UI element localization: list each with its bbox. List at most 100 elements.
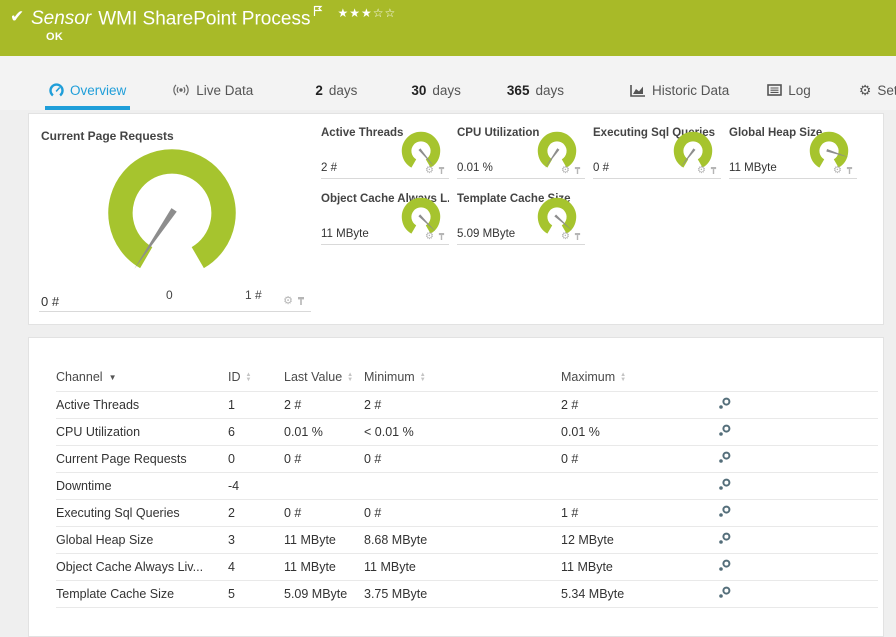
pin-icon[interactable] (574, 232, 581, 241)
channel-last-value: 5.09 MByte (284, 580, 364, 608)
tab-overview[interactable]: Overview (45, 56, 131, 110)
pin-icon[interactable] (574, 166, 581, 175)
channel-last-value: 11 MByte (284, 553, 364, 581)
tab-historic-data-label: Historic Data (651, 82, 730, 98)
table-header-row: Channel ▼ ID ▲ ▼ Last Value ▲ ▼ Minimum ▲ ▼ Max… (56, 364, 878, 392)
pin-icon[interactable] (710, 166, 717, 175)
channel-settings-icon[interactable] (718, 505, 731, 518)
pin-icon[interactable] (297, 296, 305, 306)
gauge-card-global-heap-size: Global Heap Size 11 MByte ⚙ (729, 121, 857, 179)
status-badge: OK (46, 31, 64, 43)
channel-minimum: 8.68 MByte (364, 526, 561, 554)
gauge-card-active-threads: Active Threads 2 # ⚙ (321, 121, 449, 179)
page-title: WMI SharePoint Process (98, 8, 311, 30)
tab-live-data[interactable]: Live Data (168, 56, 257, 110)
channel-name: Current Page Requests (56, 445, 228, 473)
sort-both-icon: ▲ ▼ (419, 371, 426, 383)
channel-name: Template Cache Size (56, 580, 228, 608)
gauge-settings-gear-icon[interactable]: ⚙ (425, 231, 434, 242)
column-header-maximum[interactable]: Maximum ▲ ▼ (561, 364, 718, 392)
tab-log[interactable]: Log (763, 56, 815, 110)
column-header-id[interactable]: ID ▲ ▼ (228, 364, 284, 392)
table-row: Global Heap Size 3 11 MByte 8.68 MByte 1… (56, 526, 878, 554)
channel-settings-icon[interactable] (718, 532, 731, 545)
channel-last-value: 11 MByte (284, 526, 364, 554)
channel-last-value: 2 # (284, 391, 364, 419)
channel-minimum (364, 472, 561, 500)
channel-settings-icon[interactable] (718, 586, 731, 599)
table-row: Current Page Requests 0 0 # 0 # 0 # (56, 445, 878, 473)
tab-2-days-label: days (328, 82, 358, 98)
tab-365-days-label: days (535, 82, 564, 98)
chart-icon (630, 84, 646, 97)
live-data-icon (172, 83, 190, 97)
channel-settings-icon[interactable] (718, 397, 731, 410)
primary-gauge-card: Current Page Requests 0 1 # 0 # ⚙ (39, 122, 311, 312)
table-row: Template Cache Size 5 5.09 MByte 3.75 MB… (56, 580, 878, 608)
channel-id: -4 (228, 472, 284, 500)
gauge-settings-gear-icon[interactable]: ⚙ (561, 231, 570, 242)
gauge-scale-min: 0 (166, 288, 173, 302)
gauge-settings-gear-icon[interactable]: ⚙ (833, 165, 842, 176)
tab-historic-data[interactable]: Historic Data (626, 56, 733, 110)
tab-365-days[interactable]: 365 days (503, 56, 568, 110)
gauge-settings-gear-icon[interactable]: ⚙ (561, 165, 570, 176)
sensor-title-line: Sensor WMI SharePoint Process ★★★☆☆ (31, 5, 396, 30)
tab-settings[interactable]: ⚙ Settings (855, 56, 896, 110)
column-label: Maximum (561, 370, 616, 385)
pin-icon[interactable] (846, 166, 853, 175)
tab-2-days[interactable]: 2 days (311, 56, 361, 110)
channel-settings-icon[interactable] (718, 451, 731, 464)
channel-id: 3 (228, 526, 284, 554)
channel-name: Executing Sql Queries (56, 499, 228, 527)
tab-30-days-number: 30 (411, 82, 427, 98)
tab-30-days-label: days (432, 82, 461, 98)
channel-maximum (561, 472, 718, 500)
prtg-sensor-page: { "colors": { "status_green": "#a8ba28",… (0, 0, 896, 637)
column-header-channel[interactable]: Channel ▼ (56, 364, 228, 392)
column-label: Minimum (364, 370, 415, 385)
tab-settings-label: Settings (877, 82, 896, 98)
gauge-value: 11 MByte (729, 162, 777, 174)
column-header-last-value[interactable]: Last Value ▲ ▼ (284, 364, 364, 392)
channel-id: 0 (228, 445, 284, 473)
tab-30-days[interactable]: 30 days (407, 56, 465, 110)
pin-icon[interactable] (438, 166, 445, 175)
small-gauges-grid: Active Threads 2 # ⚙ CPU Utilization 0.0… (321, 121, 857, 253)
primary-gauge (108, 149, 236, 269)
gauge-value: 2 # (321, 162, 337, 174)
channel-table: Channel ▼ ID ▲ ▼ Last Value ▲ ▼ Minimum ▲ ▼ Max… (56, 364, 878, 608)
channel-minimum: 2 # (364, 391, 561, 419)
channel-id: 4 (228, 553, 284, 581)
channel-last-value: 0.01 % (284, 418, 364, 446)
gauge-settings-gear-icon[interactable]: ⚙ (697, 165, 706, 176)
channel-settings-icon[interactable] (718, 478, 731, 491)
priority-stars[interactable]: ★★★☆☆ (337, 6, 396, 20)
channel-maximum: 12 MByte (561, 526, 718, 554)
tab-overview-label: Overview (70, 82, 127, 98)
channel-maximum: 2 # (561, 391, 718, 419)
column-header-minimum[interactable]: Minimum ▲ ▼ (364, 364, 561, 392)
channel-settings-icon[interactable] (718, 559, 731, 572)
pin-icon[interactable] (438, 232, 445, 241)
log-icon (767, 84, 783, 96)
gauge-settings-gear-icon[interactable]: ⚙ (283, 294, 293, 307)
sort-both-icon: ▲ ▼ (347, 371, 354, 383)
sort-both-icon: ▲ ▼ (245, 371, 252, 383)
column-label: Last Value (284, 370, 343, 385)
table-row: CPU Utilization 6 0.01 % < 0.01 % 0.01 % (56, 418, 878, 446)
channel-table-panel: Channel ▼ ID ▲ ▼ Last Value ▲ ▼ Minimum ▲ ▼ Max… (28, 337, 884, 637)
sort-desc-icon: ▼ (108, 373, 117, 383)
gauge-scale-max: 1 # (245, 288, 262, 302)
channel-maximum: 5.34 MByte (561, 580, 718, 608)
gauge-card-cpu-utilization: CPU Utilization 0.01 % ⚙ (457, 121, 585, 179)
sort-both-icon: ▲ ▼ (620, 371, 627, 383)
gauge-settings-gear-icon[interactable]: ⚙ (425, 165, 434, 176)
gauge-value: 5.09 MByte (457, 228, 516, 240)
tab-2-days-number: 2 (315, 82, 323, 98)
gauge-value: 0.01 % (457, 162, 493, 174)
channel-maximum: 0.01 % (561, 418, 718, 446)
channel-settings-icon[interactable] (718, 424, 731, 437)
gauge-card-executing-sql-queries: Executing Sql Queries 0 # ⚙ (593, 121, 721, 179)
gauge-value: 0 # (593, 162, 609, 174)
